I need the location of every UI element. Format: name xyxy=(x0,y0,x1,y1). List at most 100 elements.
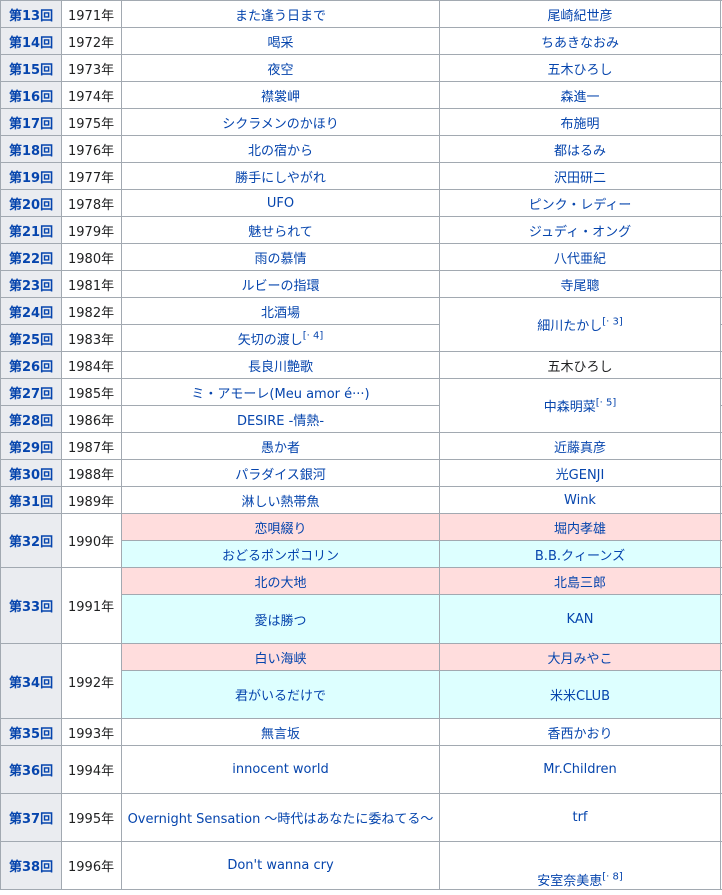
edition-link[interactable]: 第28回 xyxy=(0,405,62,433)
song-link[interactable]: 夜空 xyxy=(267,63,293,78)
artist-link[interactable]: Wink xyxy=(564,493,596,508)
edition-link[interactable]: 第33回 xyxy=(0,567,62,644)
footnote-ref[interactable]: [· 5] xyxy=(596,398,617,409)
artist-link[interactable]: 光GENJI xyxy=(556,468,605,483)
song-link[interactable]: パラダイス銀河 xyxy=(235,468,326,483)
table-row: 第34回 1992年 白い海峡 大月みやこ xyxy=(0,643,722,719)
artist-link[interactable]: 北島三郎 xyxy=(554,576,606,591)
edition-link[interactable]: 第34回 xyxy=(0,643,62,719)
edition-link[interactable]: 第29回 xyxy=(0,432,62,460)
artist-link[interactable]: 堀内孝雄 xyxy=(554,522,606,537)
artist-link[interactable]: B.B.クィーンズ xyxy=(535,549,625,564)
footnote-ref[interactable]: [· 3] xyxy=(602,317,623,328)
song-link[interactable]: 北酒場 xyxy=(261,306,300,321)
song-link[interactable]: シクラメンのかほり xyxy=(222,117,339,132)
artist-link[interactable]: 大月みやこ xyxy=(547,652,612,667)
artist-link[interactable]: 都はるみ xyxy=(554,144,606,159)
song-link[interactable]: おどるポンポコリン xyxy=(222,549,339,564)
edition-link[interactable]: 第20回 xyxy=(0,189,62,217)
artist-link[interactable]: 沢田研二 xyxy=(554,171,606,186)
edition-link[interactable]: 第17回 xyxy=(0,108,62,136)
song-link[interactable]: innocent world xyxy=(232,762,328,777)
artist-link[interactable]: Mr.Children xyxy=(543,762,617,777)
edition-link[interactable]: 第36回 xyxy=(0,745,62,794)
edition-link[interactable]: 第21回 xyxy=(0,216,62,244)
song-link[interactable]: 勝手にしやがれ xyxy=(235,171,326,186)
song-link[interactable]: 長良川艶歌 xyxy=(248,360,313,375)
song-link[interactable]: Don't wanna cry xyxy=(227,858,333,873)
song-link[interactable]: 淋しい熱帯魚 xyxy=(241,495,319,510)
artist-link[interactable]: ジュディ・オング xyxy=(529,225,631,240)
edition-link[interactable]: 第30回 xyxy=(0,459,62,487)
table-row: 第22回 1980年 雨の慕情 八代亜紀 xyxy=(0,243,722,271)
edition-link[interactable]: 第26回 xyxy=(0,351,62,379)
artist-link[interactable]: 尾崎紀世彦 xyxy=(547,9,612,24)
song-link[interactable]: 喝采 xyxy=(267,36,293,51)
artist-link[interactable]: ちあきなおみ xyxy=(541,36,619,51)
footnote-ref[interactable]: [· 8] xyxy=(602,872,623,883)
edition-link[interactable]: 第35回 xyxy=(0,718,62,746)
song-link[interactable]: 襟裳岬 xyxy=(261,90,300,105)
song-link[interactable]: 恋唄綴り xyxy=(254,522,306,537)
artist-link[interactable]: 寺尾聰 xyxy=(560,279,599,294)
edition-link[interactable]: 第14回 xyxy=(0,27,62,55)
table-row: 第30回 1988年 パラダイス銀河 光GENJI xyxy=(0,459,722,487)
edition-link[interactable]: 第32回 xyxy=(0,513,62,568)
year-cell: 1989年 xyxy=(61,486,122,514)
edition-link[interactable]: 第18回 xyxy=(0,135,62,163)
year-cell: 1975年 xyxy=(61,108,122,136)
artist-link[interactable]: ピンク・レディー xyxy=(529,198,632,213)
artist-link[interactable]: 細川たかし xyxy=(537,319,602,334)
edition-link[interactable]: 第15回 xyxy=(0,54,62,82)
edition-link[interactable]: 第24回 xyxy=(0,297,62,325)
edition-link[interactable]: 第16回 xyxy=(0,81,62,109)
edition-link[interactable]: 第23回 xyxy=(0,270,62,298)
artist-link[interactable]: 米米CLUB xyxy=(550,689,610,704)
song-link[interactable]: 矢切の渡し xyxy=(238,333,303,348)
edition-link[interactable]: 第25回 xyxy=(0,324,62,352)
song-link[interactable]: 白い海峡 xyxy=(254,652,306,667)
song-link[interactable]: ルビーの指環 xyxy=(241,279,319,294)
year-cell: 1992年 xyxy=(61,643,122,719)
artist-link[interactable]: 中森明菜 xyxy=(544,400,596,415)
artist-link[interactable]: 森進一 xyxy=(560,90,599,105)
song-link[interactable]: また逢う日まで xyxy=(235,9,326,24)
artist-link[interactable]: trf xyxy=(572,810,587,825)
edition-link[interactable]: 第19回 xyxy=(0,162,62,190)
artist-link[interactable]: 八代亜紀 xyxy=(554,252,606,267)
year-cell: 1993年 xyxy=(61,718,122,746)
edition-link[interactable]: 第13回 xyxy=(0,0,62,28)
song-link[interactable]: 無言坂 xyxy=(261,727,300,742)
year-cell: 1982年 xyxy=(61,297,122,325)
year-cell: 1973年 xyxy=(61,54,122,82)
song-link[interactable]: 君がいるだけで xyxy=(235,689,326,704)
table-row: 第16回 1974年 襟裳岬 森進一 xyxy=(0,81,722,109)
edition-link[interactable]: 第38回 xyxy=(0,841,62,890)
song-link[interactable]: Overnight Sensation 〜時代はあなたに委ねてる〜 xyxy=(128,812,434,827)
artist-link[interactable]: 香西かおり xyxy=(547,727,612,742)
year-cell: 1978年 xyxy=(61,189,122,217)
song-link[interactable]: 北の宿から xyxy=(248,144,313,159)
song-link[interactable]: 雨の慕情 xyxy=(254,252,306,267)
edition-link[interactable]: 第31回 xyxy=(0,486,62,514)
year-cell: 1984年 xyxy=(61,351,122,379)
song-link[interactable]: 魅せられて xyxy=(248,225,313,240)
edition-link[interactable]: 第27回 xyxy=(0,378,62,406)
year-cell: 1977年 xyxy=(61,162,122,190)
footnote-ref[interactable]: [· 4] xyxy=(303,330,324,341)
artist-link[interactable]: 布施明 xyxy=(560,117,599,132)
artist-link[interactable]: KAN xyxy=(567,612,594,627)
song-link[interactable]: UFO xyxy=(267,196,294,211)
artist-link[interactable]: 五木ひろし xyxy=(547,63,612,78)
edition-link[interactable]: 第37回 xyxy=(0,793,62,842)
song-link[interactable]: ミ・アモーレ(Meu amor é···) xyxy=(191,387,369,402)
table-row: 第19回 1977年 勝手にしやがれ 沢田研二 xyxy=(0,162,722,190)
song-link[interactable]: DESIRE -情熱- xyxy=(237,414,324,429)
song-link[interactable]: 愚か者 xyxy=(261,441,300,456)
artist-link[interactable]: 近藤真彦 xyxy=(554,441,606,456)
edition-link[interactable]: 第22回 xyxy=(0,243,62,271)
song-link[interactable]: 愛は勝つ xyxy=(254,614,306,629)
song-link[interactable]: 北の大地 xyxy=(254,576,306,591)
artist-link[interactable]: 安室奈美恵 xyxy=(537,874,602,889)
year-cell: 1971年 xyxy=(61,0,122,28)
